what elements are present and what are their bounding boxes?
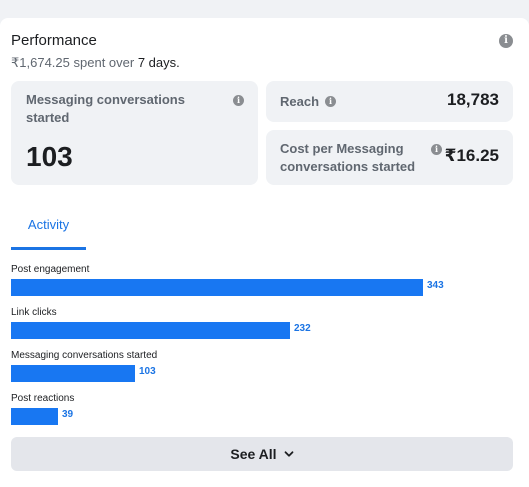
messaging-metric-label: Messaging conversations started [26, 92, 185, 125]
activity-value-post-reactions: 39 [62, 409, 74, 420]
activity-value-messaging: 103 [139, 366, 156, 377]
activity-value-link-clicks: 232 [294, 323, 311, 334]
cost-info-icon[interactable]: i [431, 144, 442, 155]
chevron-down-icon [284, 451, 293, 457]
see-all-button[interactable]: See All [11, 437, 513, 471]
spent-over-text: spent over [73, 55, 135, 70]
activity-bar-post-engagement [11, 279, 423, 296]
cost-metric-card: Cost per Messaging conversations started… [266, 130, 513, 185]
messaging-metric-value: 103 [26, 141, 73, 172]
activity-label-post-reactions: Post reactions [11, 393, 75, 404]
period-text: 7 days. [137, 55, 180, 70]
tab-activity[interactable]: Activity [11, 203, 86, 250]
cost-metric-label: Cost per Messaging conversations started [280, 141, 416, 174]
spend-amount: ₹1,674.25 [11, 55, 70, 70]
reach-info-icon[interactable]: i [325, 96, 336, 107]
activity-label-post-engagement: Post engagement [11, 264, 90, 275]
reach-metric-value: 18,783 [447, 90, 499, 109]
cost-metric-value: ₹16.25 [444, 146, 499, 165]
activity-label-link-clicks: Link clicks [11, 307, 57, 318]
performance-subtitle: ₹1,674.25 spent over 7 days. [11, 55, 180, 71]
performance-title: Performance [11, 32, 97, 49]
messaging-info-icon[interactable]: i [233, 95, 244, 106]
activity-value-post-engagement: 343 [427, 280, 444, 291]
reach-metric-card: Reach i 18,783 [266, 81, 513, 122]
see-all-label: See All [230, 446, 277, 462]
reach-metric-label: Reach [280, 94, 320, 109]
activity-bar-link-clicks [11, 322, 290, 339]
activity-label-messaging: Messaging conversations started [11, 350, 158, 361]
activity-bar-messaging [11, 365, 135, 382]
messaging-metric-card: Messaging conversations started i 103 [11, 81, 258, 185]
activity-bar-post-reactions [11, 408, 58, 425]
performance-info-icon[interactable]: i [499, 34, 513, 48]
performance-card: Performance i ₹1,674.25 spent over 7 day… [0, 18, 529, 487]
